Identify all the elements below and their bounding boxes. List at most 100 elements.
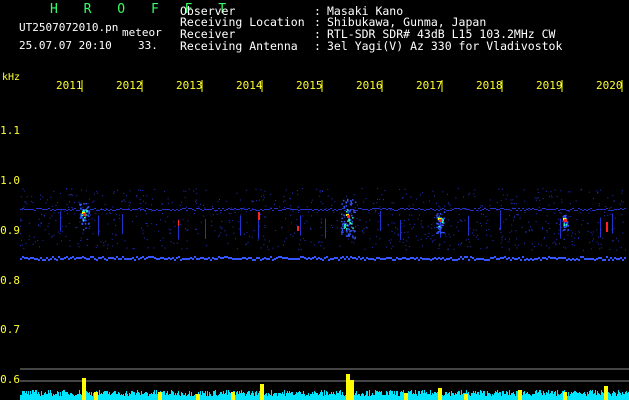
level-bar [276,393,277,400]
noise-speck [247,241,249,243]
level-bar [495,391,496,400]
y-tick-label: 1.1 [0,124,20,137]
noise-speck [283,201,284,203]
level-bar [287,391,288,400]
noise-speck [93,193,95,195]
noise-speck [66,188,68,190]
level-bar [331,392,332,400]
meteor-echo [342,223,344,225]
noise-speck [362,230,363,232]
meteor-echo [340,227,343,229]
carrier-segment [404,257,406,259]
level-bar [462,394,463,400]
noise-speck [321,234,323,236]
level-bar [186,396,187,400]
carrier-segment [578,259,580,261]
level-bar [444,395,445,400]
level-bar [108,394,109,400]
carrier-segment [118,209,120,210]
noise-speck [415,235,417,237]
carrier-segment [512,208,514,209]
noise-speck [556,238,558,240]
noise-speck [381,194,383,196]
carrier-segment [64,257,66,259]
meteor-echo [348,210,350,212]
noise-speck [591,233,593,235]
level-bar [69,395,70,400]
level-bar [494,393,495,400]
meteor-echo [342,231,344,233]
level-bar [77,394,78,400]
noise-speck [162,213,163,215]
noise-speck [200,221,202,223]
noise-speck [567,234,569,236]
level-bar [398,396,399,400]
level-bar [302,394,303,400]
echo-streak [240,215,241,236]
level-bar [507,392,508,400]
noise-speck [37,240,39,242]
carrier-segment [376,208,378,209]
level-bar [59,396,60,400]
carrier-segment [50,210,52,211]
level-bar [529,394,530,400]
noise-speck [614,200,616,202]
noise-speck [502,188,503,190]
level-bar [428,394,429,400]
noise-speck [377,188,379,190]
carrier-segment [370,258,372,260]
carrier-segment [462,258,464,260]
level-bar [449,392,450,400]
carrier-segment [396,210,398,211]
noise-speck [514,203,516,204]
carrier-segment [226,209,228,210]
noise-speck [550,195,552,197]
noise-speck [402,242,404,244]
level-bar [416,394,417,400]
noise-speck [572,232,574,234]
noise-speck [110,213,112,215]
noise-speck [290,214,292,216]
carrier-segment [168,257,170,259]
noise-speck [39,225,41,227]
noise-speck [181,248,183,250]
meteor-echo [341,229,344,232]
level-bar [251,393,252,400]
carrier-segment [366,209,368,210]
carrier-segment [284,209,286,210]
noise-speck [489,205,491,207]
meteor-echo [346,224,348,227]
level-bar [208,396,209,400]
noise-speck [233,232,235,234]
noise-speck [502,235,504,237]
carrier-segment [192,258,194,260]
noise-speck [605,206,607,207]
level-bar [27,394,28,400]
noise-speck [431,223,433,225]
level-bar [560,394,561,400]
noise-speck [480,248,482,250]
noise-speck [292,235,294,237]
carrier-segment [424,258,426,260]
level-bar [503,391,504,400]
noise-speck [558,233,560,235]
level-bar [420,394,421,400]
carrier-segment [576,210,578,211]
y-tick-label: 1.0 [0,174,20,187]
level-bar [141,391,142,400]
carrier-segment [22,208,24,209]
noise-speck [523,189,525,191]
level-bar [211,396,212,400]
noise-speck [580,189,582,191]
carrier-segment [222,208,224,209]
level-bar [227,395,228,400]
noise-speck [320,245,322,247]
noise-speck [391,247,393,249]
noise-speck [284,207,285,209]
carrier-segment [164,209,166,210]
noise-speck [389,242,391,244]
level-bar [568,392,569,400]
carrier-segment [486,209,488,210]
noise-speck [347,238,349,240]
carrier-segment [568,258,570,260]
